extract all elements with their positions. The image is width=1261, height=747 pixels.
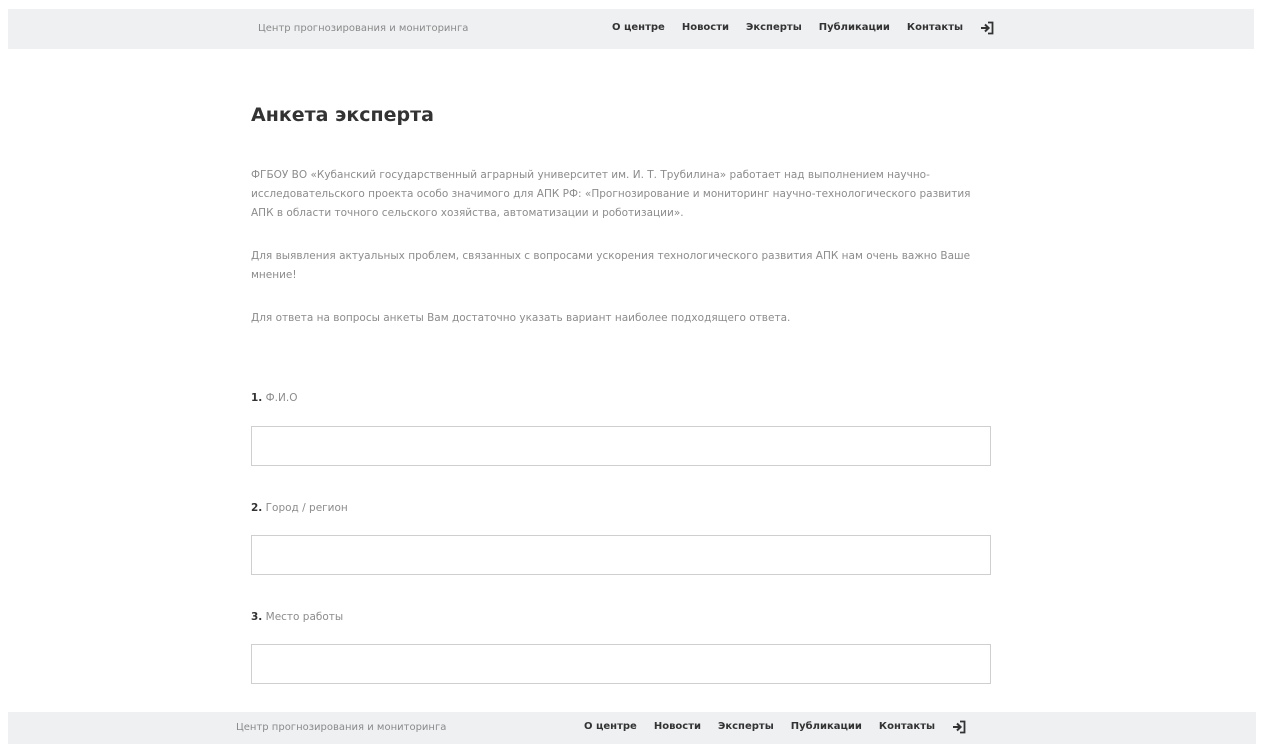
question-number: 2. [251, 502, 263, 514]
question-number: 3. [251, 611, 263, 623]
question-text: Ф.И.О [265, 392, 298, 404]
question-text: Город / регион [265, 502, 348, 514]
top-navbar: Центр прогнозирования и мониторинга О це… [8, 9, 1254, 49]
nav-item-publications[interactable]: Публикации [819, 22, 890, 33]
question-text: Место работы [265, 611, 344, 623]
nav-item-news[interactable]: Новости [682, 22, 729, 33]
question-label-city-region: 2. Город / регион [251, 502, 348, 514]
nav-item-experts[interactable]: Эксперты [718, 721, 774, 732]
question-label-full-name: 1. Ф.И.О [251, 392, 297, 404]
intro-paragraph: ФГБОУ ВО «Кубанский государственный агра… [251, 169, 971, 219]
intro-paragraph: Для ответа на вопросы анкеты Вам достато… [251, 312, 791, 324]
nav-item-about[interactable]: О центре [612, 22, 665, 33]
city-region-input[interactable] [251, 535, 991, 575]
nav-item-contacts[interactable]: Контакты [907, 22, 963, 33]
question-number: 1. [251, 392, 263, 404]
intro-paragraph: Для выявления актуальных проблем, связан… [251, 250, 971, 281]
workplace-input[interactable] [251, 644, 991, 684]
site-brand[interactable]: Центр прогнозирования и мониторинга [236, 722, 446, 733]
question-label-workplace: 3. Место работы [251, 611, 343, 623]
site-brand[interactable]: Центр прогнозирования и мониторинга [258, 23, 468, 34]
sign-in-icon[interactable] [980, 20, 994, 35]
nav-item-contacts[interactable]: Контакты [879, 721, 935, 732]
footer-nav: О центре Новости Эксперты Публикации Кон… [584, 719, 966, 734]
nav-item-publications[interactable]: Публикации [791, 721, 862, 732]
main-nav: О центре Новости Эксперты Публикации Кон… [612, 20, 994, 35]
page-title: Анкета эксперта [251, 104, 434, 126]
nav-item-news[interactable]: Новости [654, 721, 701, 732]
sign-in-icon[interactable] [952, 719, 966, 734]
nav-item-experts[interactable]: Эксперты [746, 22, 802, 33]
bottom-navbar: Центр прогнозирования и мониторинга О це… [8, 712, 1256, 744]
full-name-input[interactable] [251, 426, 991, 466]
nav-item-about[interactable]: О центре [584, 721, 637, 732]
